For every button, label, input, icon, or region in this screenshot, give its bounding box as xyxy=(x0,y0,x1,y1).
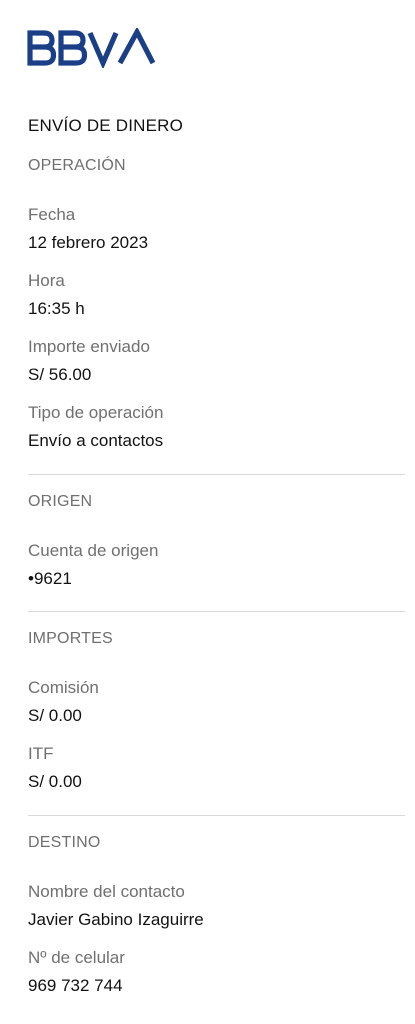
nombre-contacto-label: Nombre del contacto xyxy=(28,882,185,901)
importe-enviado-label: Importe enviado xyxy=(28,337,150,356)
hora-label: Hora xyxy=(28,271,65,290)
cuenta-origen-label: Cuenta de origen xyxy=(28,541,159,560)
divider xyxy=(28,474,405,475)
divider xyxy=(28,611,405,612)
tipo-operacion-value: Envío a contactos xyxy=(28,431,164,450)
comision-value: S/ 0.00 xyxy=(28,706,82,725)
itf-label: ITF xyxy=(28,744,54,763)
hora-value: 16:35 h xyxy=(28,299,85,318)
itf-value: S/ 0.00 xyxy=(28,772,82,791)
importe-enviado-value: S/ 56.00 xyxy=(28,365,92,384)
section-title-destino: DESTINO xyxy=(28,834,101,851)
bbva-logo xyxy=(27,28,155,68)
fecha-label: Fecha xyxy=(28,205,76,224)
tipo-operacion-label: Tipo de operación xyxy=(28,403,164,422)
nombre-contacto-value: Javier Gabino Izaguirre xyxy=(28,910,204,929)
section-title-importes: IMPORTES xyxy=(28,630,113,647)
cuenta-origen-value: •9621 xyxy=(28,569,72,588)
section-title-origen: ORIGEN xyxy=(28,493,93,510)
page-title: ENVÍO DE DINERO xyxy=(28,116,184,135)
comision-label: Comisión xyxy=(28,678,99,697)
divider xyxy=(28,815,405,816)
section-title-operacion: OPERACIÓN xyxy=(28,157,126,174)
celular-value: 969 732 744 xyxy=(28,976,123,995)
celular-label: Nº de celular xyxy=(28,948,125,967)
fecha-value: 12 febrero 2023 xyxy=(28,233,149,252)
